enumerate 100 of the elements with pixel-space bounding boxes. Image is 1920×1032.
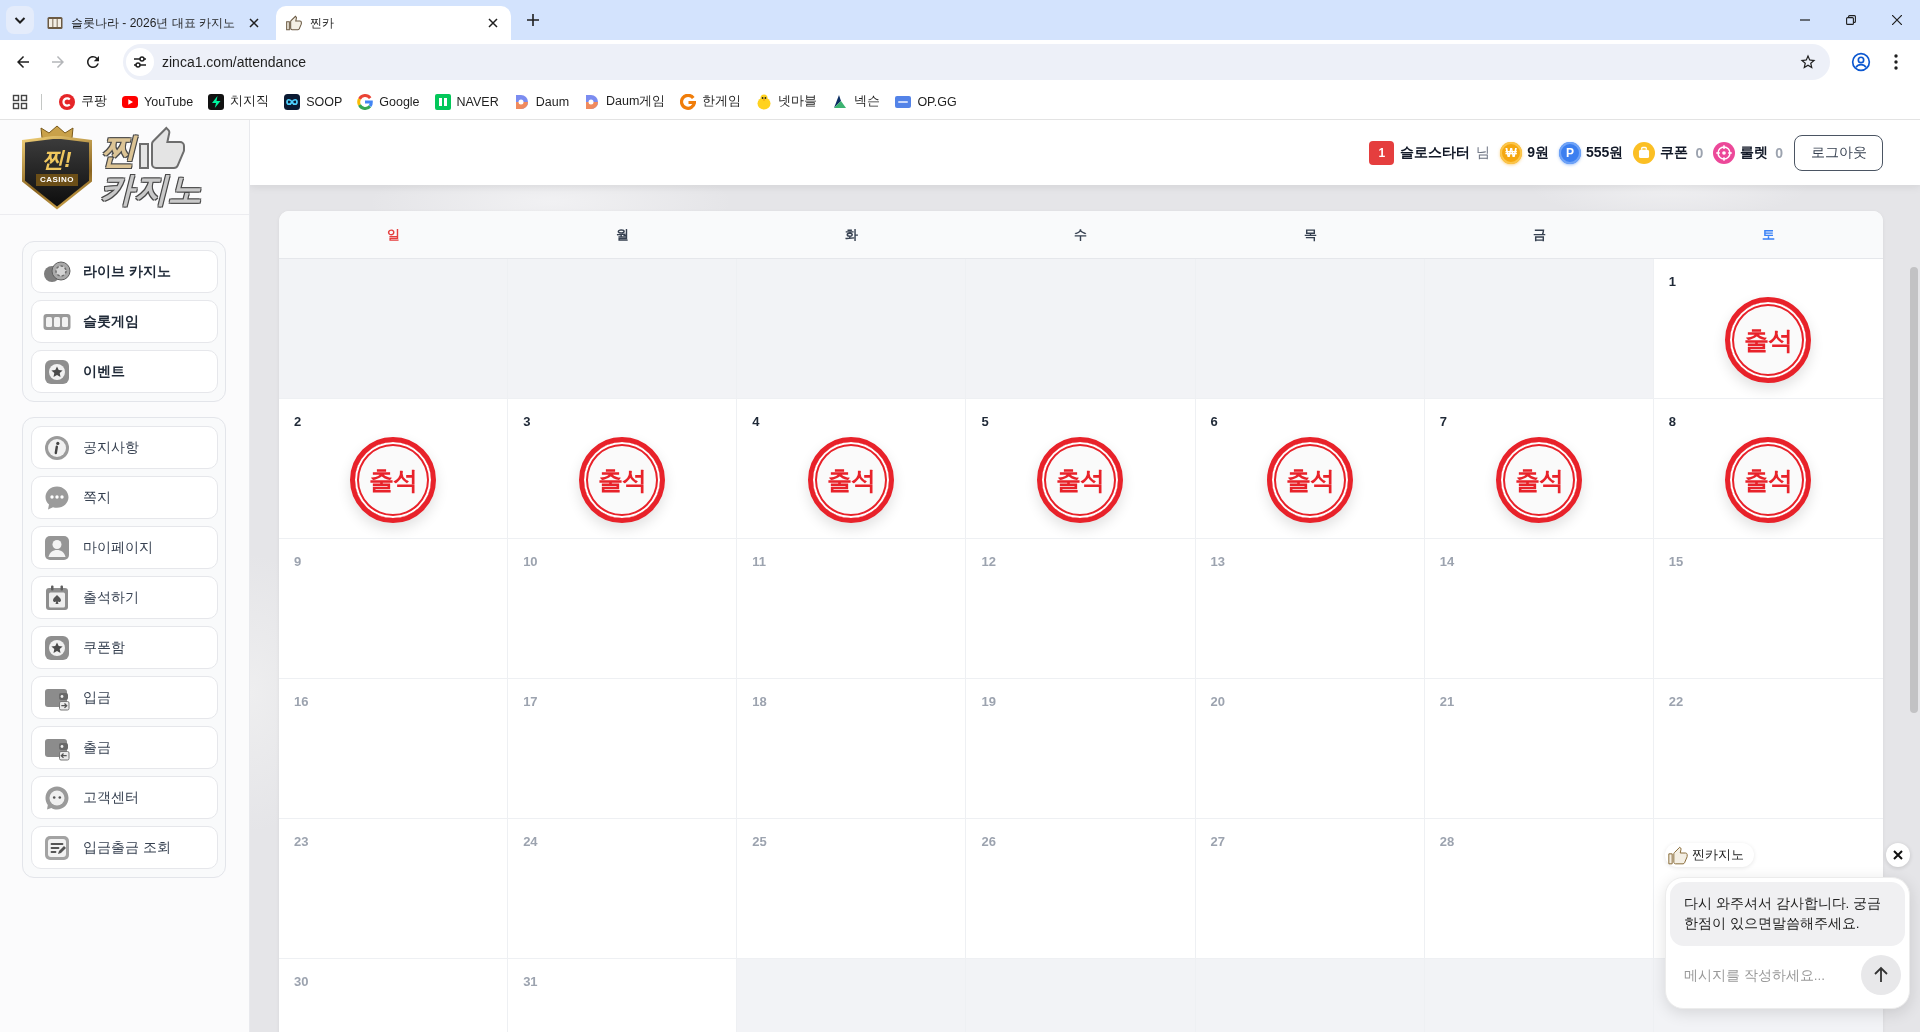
logo-badge-caption: CASINO — [35, 173, 79, 186]
bookmark-link[interactable]: NAVER — [428, 87, 505, 116]
weekday-label: 월 — [616, 225, 630, 244]
roulette-count: 0 — [1775, 144, 1783, 161]
honorific: 님 — [1476, 143, 1491, 162]
arc-icon — [59, 93, 75, 110]
logo-title: 카지노 — [100, 170, 202, 208]
day-number: 17 — [523, 694, 538, 710]
agent-name: 찐카지노 — [1692, 846, 1744, 864]
sidebar-item[interactable]: 출석하기 — [31, 576, 218, 619]
day-number: 7 — [1439, 414, 1447, 430]
attendance-stamp: 출석 — [579, 437, 666, 523]
thumbs-up-icon — [1668, 845, 1688, 865]
sidebar-item[interactable]: 이벤트 — [31, 350, 218, 393]
site-info-button[interactable] — [126, 48, 154, 76]
profile-icon — [1851, 52, 1871, 72]
tile-icon — [895, 93, 912, 110]
day-number: 1 — [1668, 274, 1677, 290]
scrollbar-thumb[interactable] — [1910, 267, 1918, 713]
day-number: 14 — [1439, 554, 1455, 570]
thumbs-up-icon — [286, 15, 302, 31]
calendar-spade-icon — [43, 584, 71, 611]
bookmark-link[interactable]: 치지직 — [202, 87, 276, 116]
day-number: 31 — [523, 974, 538, 990]
close-icon — [1893, 850, 1903, 860]
day-number: 3 — [523, 414, 531, 430]
bookmark-link[interactable]: 쿠팡 — [53, 87, 113, 116]
bookmark-link[interactable]: Daum게임 — [578, 87, 672, 116]
browser-tab[interactable]: 슬롯나라 - 2026년 대표 카지노 — [37, 6, 272, 40]
close-icon — [1892, 15, 1902, 25]
arrow-up-icon — [1872, 966, 1890, 984]
ring-icon — [357, 93, 374, 110]
won-balance: 9원 — [1527, 143, 1550, 162]
reload-icon — [84, 53, 102, 71]
sidebar-item[interactable]: 입금출금 조회 — [31, 826, 218, 869]
day-number: 19 — [981, 694, 996, 710]
day-number: 20 — [1210, 694, 1226, 710]
bookmark-link[interactable]: 한게임 — [674, 87, 748, 116]
browser-tab[interactable]: 찐카 — [276, 6, 511, 40]
bookmark-link[interactable]: Google — [351, 87, 426, 116]
person-icon — [43, 534, 71, 561]
sidebar-item[interactable]: 라이브 카지노 — [31, 250, 218, 293]
day-number: 11 — [752, 554, 767, 570]
day-number: 4 — [752, 414, 760, 430]
bookmark-link[interactable]: 넥슨 — [826, 87, 887, 116]
coupon-count: 0 — [1695, 144, 1704, 161]
sidebar-item[interactable]: 쪽지 — [31, 476, 218, 519]
day-number: 5 — [981, 414, 989, 430]
address-bar[interactable]: zinca1.com/attendance — [123, 44, 1830, 80]
day-number: 24 — [523, 834, 538, 850]
day-number: 9 — [294, 554, 302, 570]
sidebar-item[interactable]: 슬롯게임 — [31, 300, 218, 343]
close-icon — [488, 18, 498, 28]
day-number: 22 — [1668, 694, 1684, 710]
square-icon — [434, 93, 451, 110]
chick-icon — [756, 93, 773, 110]
bookmark-link[interactable]: OP.GG — [889, 87, 963, 116]
more-icon — [1894, 54, 1898, 70]
star-badge-icon — [43, 634, 71, 661]
bookmark-link[interactable]: 넷마블 — [750, 87, 824, 116]
won-coin: ₩ — [1500, 141, 1523, 164]
bolt-icon — [208, 93, 225, 110]
day-number: 13 — [1210, 554, 1226, 570]
tab-list-button[interactable] — [6, 6, 34, 34]
url-text: zinca1.com/attendance — [162, 54, 307, 70]
day-number: 12 — [981, 554, 996, 570]
chat-message: 다시 와주셔서 감사합니다. 궁금한점이 있으면말씀해주세요. — [1670, 882, 1905, 946]
weekday-label: 목 — [1303, 225, 1317, 244]
weekday-label: 금 — [1532, 225, 1546, 244]
sidebar-item[interactable]: 고객센터 — [31, 776, 218, 819]
sidebar-item[interactable]: 마이페이지 — [31, 526, 218, 569]
infinity-icon — [284, 93, 301, 110]
coupon-label: 쿠폰 — [1660, 143, 1689, 162]
star-icon — [1799, 53, 1817, 71]
day-number: 15 — [1668, 554, 1684, 570]
message-input[interactable]: 메시지를 작성하세요... — [1684, 963, 1853, 987]
slot-machine-icon — [47, 15, 63, 31]
sidebar-item[interactable]: 출금 — [31, 726, 218, 769]
arc-icon — [680, 93, 697, 110]
username: 슬로스타터 — [1400, 143, 1471, 162]
play-icon — [122, 93, 138, 110]
attendance-stamp: 출석 — [1037, 437, 1124, 523]
sidebar-item[interactable]: 공지사항 — [31, 426, 218, 469]
sidebar-item[interactable]: 쿠폰함 — [31, 626, 218, 669]
day-number: 23 — [294, 834, 309, 850]
chat-bubble-icon — [43, 484, 71, 511]
sidebar-item[interactable]: 입금 — [31, 676, 218, 719]
bookmark-link[interactable]: Daum — [507, 87, 576, 116]
roulette-label: 룰렛 — [1740, 143, 1769, 162]
plus-icon — [527, 14, 539, 26]
day-number: 27 — [1210, 834, 1226, 850]
bookmark-link[interactable]: YouTube — [116, 87, 200, 116]
roulette-icon — [1713, 141, 1736, 164]
info-icon — [43, 434, 71, 461]
thumbs-up-icon — [138, 126, 186, 170]
send-button[interactable] — [1861, 955, 1901, 995]
logout-button[interactable]: 로그아웃 — [1794, 134, 1883, 171]
day-number: 6 — [1210, 414, 1218, 430]
bookmark-link[interactable]: SOOP — [278, 87, 349, 116]
shapes-icon — [832, 93, 849, 110]
